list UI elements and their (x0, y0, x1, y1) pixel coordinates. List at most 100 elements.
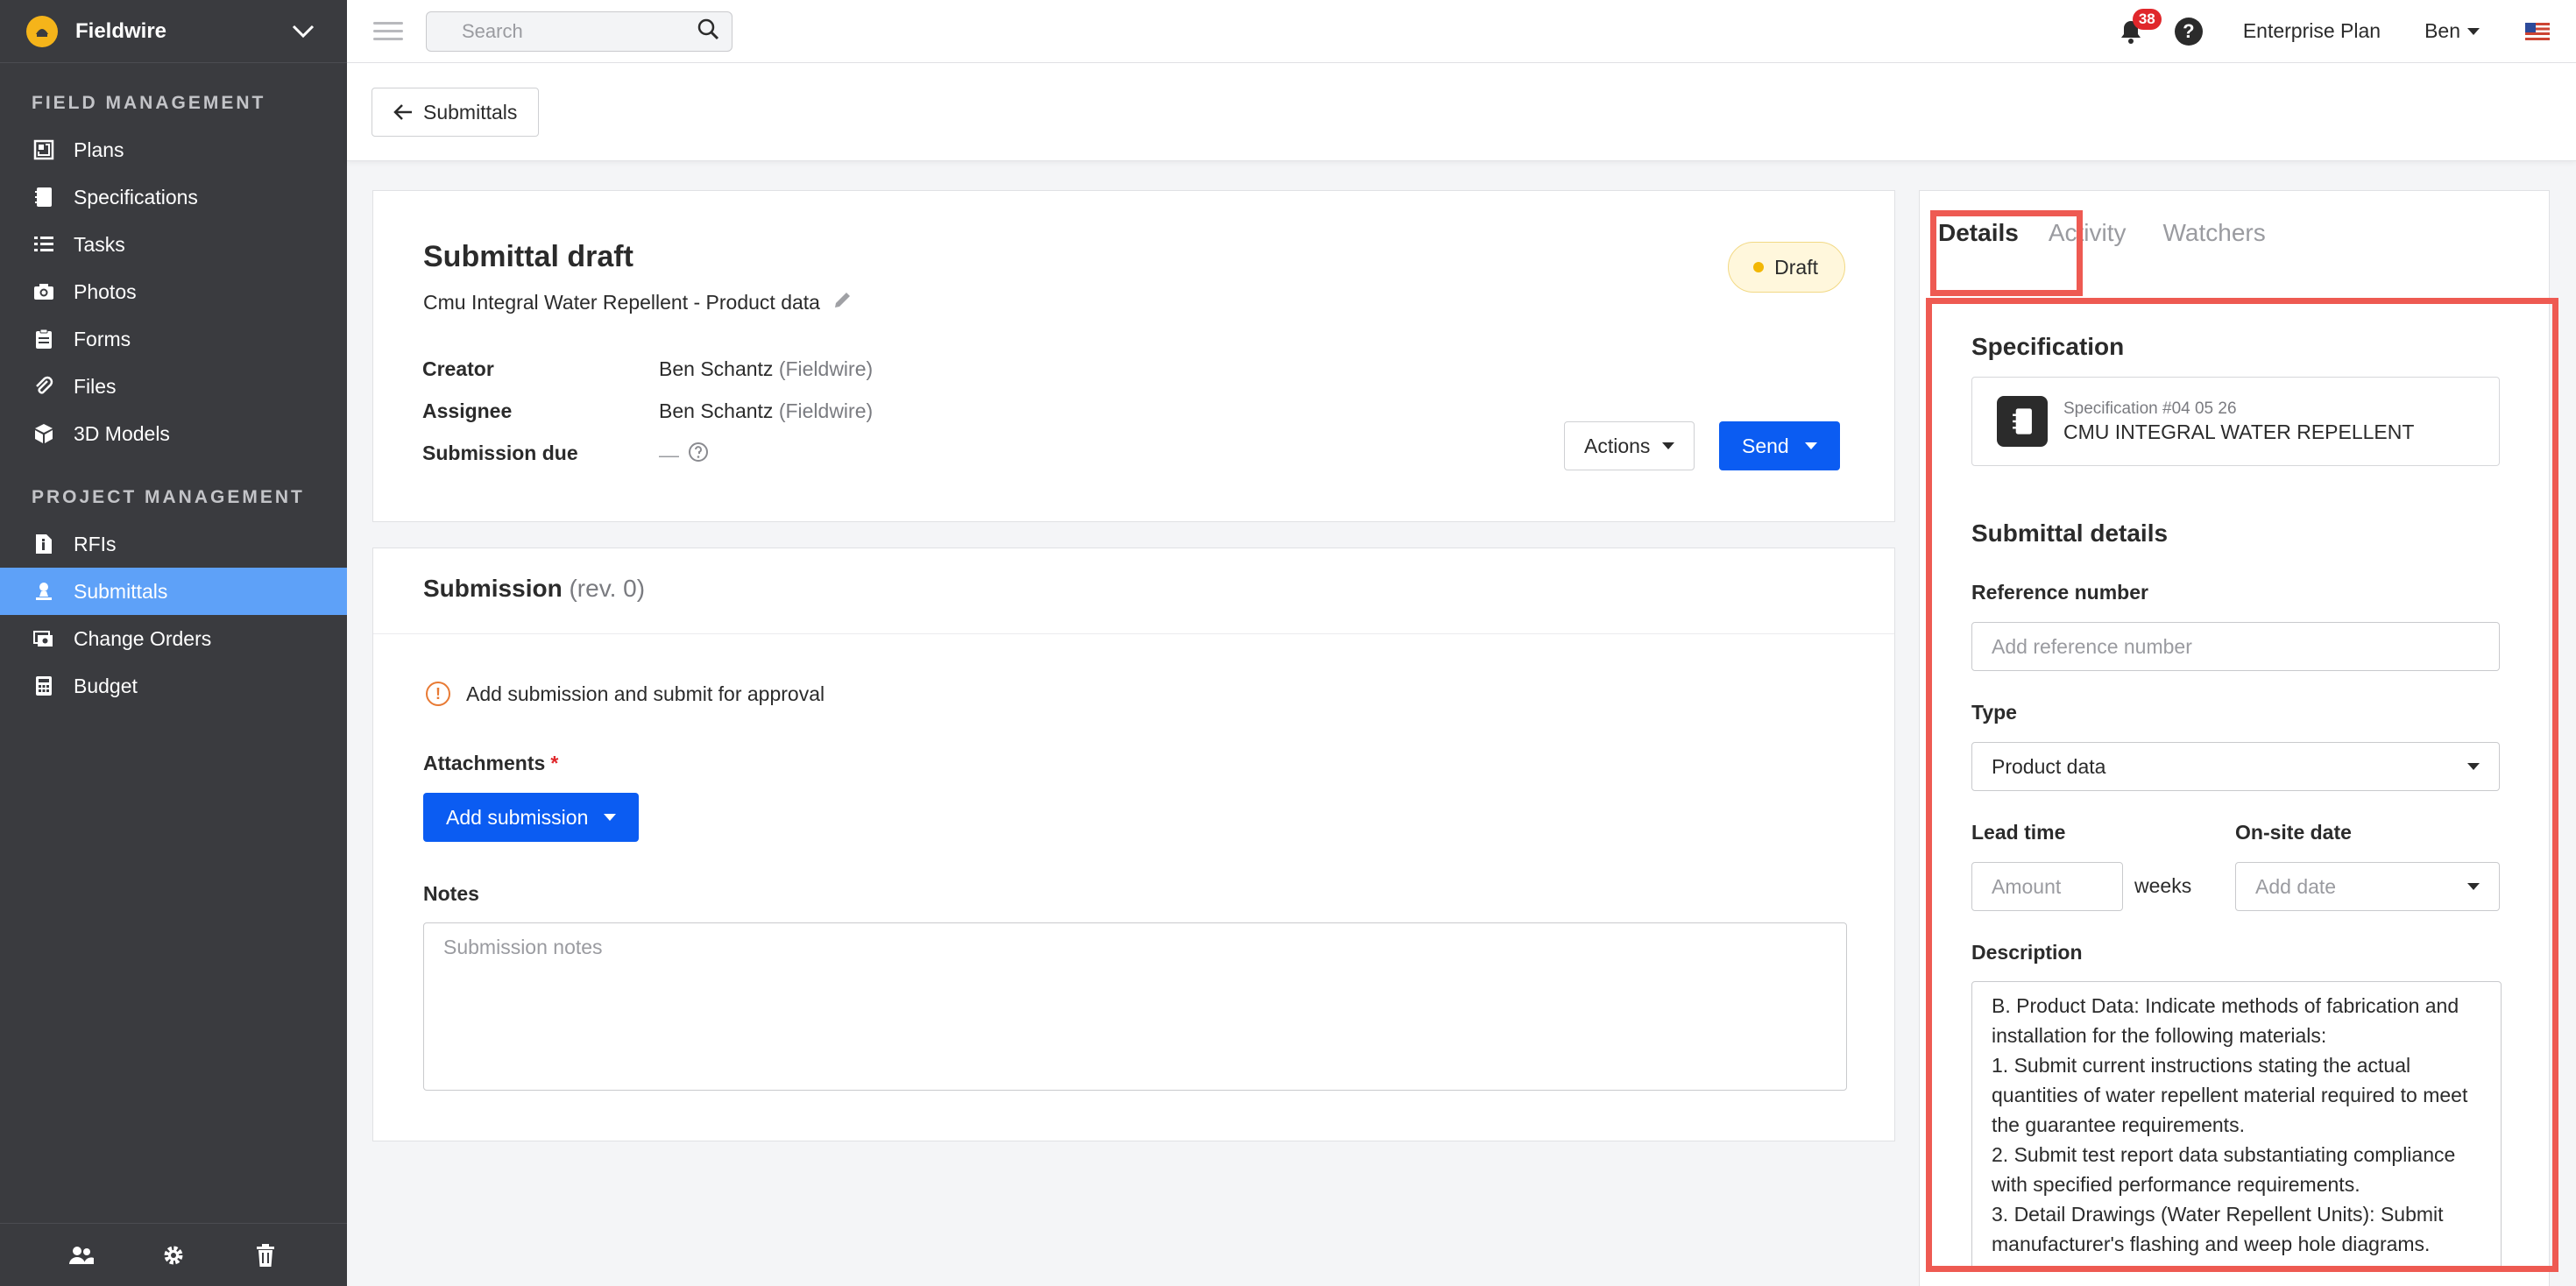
sidebar-item-label: 3D Models (74, 421, 170, 445)
caret-down-icon (604, 814, 617, 821)
search-icon[interactable] (697, 18, 719, 45)
submission-title-text: Submission (423, 575, 563, 602)
search-box[interactable] (426, 11, 732, 52)
add-submission-label: Add submission (446, 805, 589, 829)
sidebar-item-tasks[interactable]: Tasks (0, 221, 347, 268)
sidebar-item-label: Change Orders (74, 626, 212, 650)
back-to-submittals-button[interactable]: Submittals (372, 88, 540, 137)
calculator-icon (32, 674, 56, 698)
creator-value: Ben Schantz (Fieldwire) (659, 357, 873, 381)
submission-due-row: Submission due — (422, 442, 709, 468)
field-management-label: FIELD MANAGEMENT (32, 93, 266, 113)
sidebar-item-submittals[interactable]: Submittals (0, 568, 347, 615)
creator-name: Ben Schantz (659, 357, 774, 380)
sidebar-item-label: Submittals (74, 579, 168, 603)
assignee-value: Ben Schantz (Fieldwire) (659, 399, 873, 423)
question-circle-icon[interactable] (688, 442, 709, 468)
gear-icon[interactable] (156, 1238, 191, 1273)
enterprise-plan-link[interactable]: Enterprise Plan (2243, 19, 2381, 43)
arrow-left-icon (393, 104, 412, 120)
hamburger-menu-icon[interactable] (373, 17, 403, 46)
sidebar-item-3d-models[interactable]: 3D Models (0, 410, 347, 457)
sidebar-item-specifications[interactable]: Specifications (0, 173, 347, 221)
sidebar: Fieldwire FIELD MANAGEMENT Plans Specifi… (0, 0, 347, 1286)
submittal-subtitle: Cmu Integral Water Repellent - Product d… (423, 289, 853, 315)
trash-icon[interactable] (248, 1238, 283, 1273)
caret-down-icon (1662, 442, 1675, 449)
sidebar-item-label: Tasks (74, 232, 125, 256)
submission-header: Submission (rev. 0) (373, 548, 1894, 634)
status-badge: Draft (1728, 242, 1845, 293)
tab-watchers[interactable]: Watchers (2163, 219, 2266, 247)
due-date-value: — (659, 442, 679, 466)
assignee-org: (Fieldwire) (778, 399, 874, 422)
alert-circle-icon: ! (426, 682, 450, 706)
actions-dropdown-button[interactable]: Actions (1564, 421, 1695, 470)
pencil-icon[interactable] (832, 289, 853, 315)
sidebar-item-label: Specifications (74, 185, 198, 208)
highlight-details-tab (1930, 210, 2083, 296)
camera-icon (32, 279, 56, 304)
paperclip-icon (32, 374, 56, 399)
top-bar-actions: 38 ? Enterprise Plan Ben (2113, 8, 2576, 49)
fieldwire-logo-icon (26, 15, 58, 47)
sidebar-footer (0, 1223, 347, 1286)
brand-header[interactable]: Fieldwire (0, 0, 347, 63)
sidebar-item-label: Forms (74, 327, 131, 350)
status-dot (1753, 262, 1765, 272)
tasks-icon (32, 232, 56, 257)
change-orders-icon (32, 626, 56, 651)
add-submission-button[interactable]: Add submission (423, 793, 640, 842)
cube-icon (32, 421, 56, 446)
sidebar-item-files[interactable]: Files (0, 363, 347, 410)
creator-row: Creator Ben Schantz (Fieldwire) (422, 357, 873, 381)
submittal-name: Cmu Integral Water Repellent - Product d… (423, 290, 820, 314)
sidebar-item-rfis[interactable]: RFIs (0, 520, 347, 568)
sidebar-item-photos[interactable]: Photos (0, 268, 347, 315)
chevron-down-icon[interactable] (286, 14, 321, 49)
sidebar-item-label: Plans (74, 138, 124, 161)
search-input[interactable] (462, 19, 681, 43)
attachments-label-text: Attachments (423, 752, 546, 774)
caret-down-icon (2467, 27, 2480, 35)
send-button[interactable]: Send (1719, 421, 1840, 470)
actions-label: Actions (1584, 434, 1651, 457)
submission-notice: ! Add submission and submit for approval (426, 682, 824, 706)
status-label: Draft (1774, 255, 1818, 279)
submittal-icon (32, 579, 56, 604)
submission-due-label: Submission due (422, 442, 578, 464)
creator-label: Creator (422, 357, 494, 380)
notifications-button[interactable]: 38 (2113, 8, 2162, 49)
attachments-label: Attachments * (423, 752, 558, 775)
help-icon[interactable]: ? (2174, 17, 2203, 46)
caret-down-icon (1804, 442, 1817, 449)
rfi-icon (32, 532, 56, 556)
notes-label: Notes (423, 882, 479, 905)
submission-card: Submission (rev. 0) ! Add submission and… (372, 548, 1895, 1141)
submission-due-value[interactable]: — (659, 442, 709, 468)
people-icon[interactable] (64, 1238, 99, 1273)
forms-icon (32, 327, 56, 351)
assignee-name: Ben Schantz (659, 399, 774, 422)
submission-title: Submission (rev. 0) (423, 575, 645, 603)
submission-revision: (rev. 0) (569, 575, 646, 602)
send-label: Send (1742, 434, 1789, 457)
user-menu[interactable]: Ben (2424, 19, 2480, 43)
submission-notes-textarea[interactable] (423, 922, 1847, 1091)
sidebar-item-change-orders[interactable]: Change Orders (0, 615, 347, 662)
page-subheader: Submittals (347, 63, 2576, 161)
submittal-summary-card: Submittal draft Cmu Integral Water Repel… (372, 190, 1895, 522)
back-button-label: Submittals (423, 100, 518, 124)
top-bar: 38 ? Enterprise Plan Ben (347, 0, 2576, 63)
us-flag-icon[interactable] (2525, 22, 2550, 40)
highlight-details-panel (1926, 298, 2558, 1272)
assignee-label: Assignee (422, 399, 513, 422)
required-marker: * (550, 752, 559, 774)
sidebar-item-plans[interactable]: Plans (0, 126, 347, 173)
sidebar-item-label: Photos (74, 279, 137, 303)
page-title: Submittal draft (423, 240, 633, 273)
sidebar-item-label: RFIs (74, 532, 117, 555)
sidebar-item-budget[interactable]: Budget (0, 662, 347, 710)
notice-text: Add submission and submit for approval (466, 682, 825, 705)
sidebar-item-forms[interactable]: Forms (0, 315, 347, 363)
